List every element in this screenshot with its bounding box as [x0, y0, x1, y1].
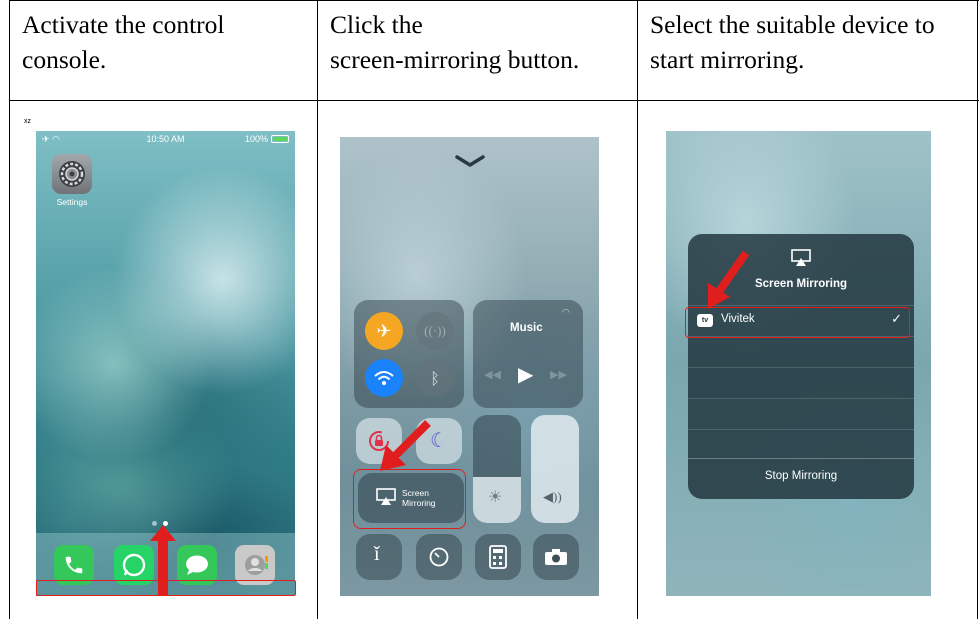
step-1-instruction: Activate the control console.: [22, 10, 225, 74]
wifi-icon: [374, 371, 394, 385]
stop-mirroring-label: Stop Mirroring: [764, 470, 838, 482]
contacts-icon: [245, 555, 268, 575]
wifi-toggle[interactable]: [365, 359, 403, 397]
home-screen-screenshot: ✈ ◠ 10:50 AM 100% Settings: [36, 131, 295, 596]
cellular-toggle[interactable]: ((·)): [416, 312, 454, 350]
corner-mark: xz: [24, 118, 31, 125]
calculator-button[interactable]: [475, 534, 521, 580]
phone-icon: [65, 556, 83, 574]
contacts-app-icon[interactable]: [235, 545, 275, 585]
whatsapp-icon: [122, 553, 146, 577]
settings-app-icon[interactable]: [52, 154, 92, 194]
speaker-icon: ◀)): [543, 489, 562, 504]
camera-icon: [545, 549, 567, 565]
settings-app-label: Settings: [56, 197, 88, 207]
sun-icon: ☀: [488, 489, 503, 506]
step-2-instruction: Click the screen-mirroring button.: [330, 10, 580, 74]
flashlight-icon: ǐ: [374, 543, 380, 565]
flashlight-button[interactable]: ǐ: [356, 534, 402, 580]
camera-button[interactable]: [533, 534, 579, 580]
whatsapp-app-icon[interactable]: [114, 545, 154, 585]
message-bubble-icon: [186, 555, 208, 575]
battery-icon: [271, 135, 289, 143]
table-divider-2: [637, 0, 638, 619]
antenna-icon: ((·)): [424, 323, 446, 338]
calculator-icon: [489, 545, 507, 569]
airplane-mode-toggle[interactable]: ✈: [365, 312, 403, 350]
table-border-right: [977, 0, 978, 619]
chevron-down-icon[interactable]: [455, 155, 485, 167]
stop-mirroring-button[interactable]: Stop Mirroring: [688, 459, 914, 499]
pointer-arrow-icon: [708, 250, 750, 309]
phone-app-icon[interactable]: [54, 545, 94, 585]
music-label: Music: [510, 322, 543, 334]
pointer-arrow-icon: [380, 420, 431, 471]
step-3-instruction: Select the suitable device to start mirr…: [650, 10, 935, 74]
gear-icon: [59, 161, 85, 187]
home-bar-highlight: [36, 580, 296, 596]
fast-forward-icon[interactable]: ▶▶: [550, 368, 567, 381]
screen-mirroring-screenshot: Screen Mirroring tv Vivitek ✓ Stop Mirro…: [666, 131, 931, 596]
device-highlight: [685, 307, 910, 338]
table-border-left: [9, 0, 10, 619]
table-divider-1: [317, 0, 318, 619]
status-bar: ✈ ◠ 10:50 AM 100%: [36, 131, 295, 149]
play-icon[interactable]: ▶: [518, 362, 533, 387]
volume-slider[interactable]: [531, 415, 579, 523]
moon-icon: ☾: [430, 430, 448, 452]
table-border-top: [9, 0, 979, 1]
airplay-audio-icon[interactable]: ◠: [562, 307, 570, 318]
bluetooth-icon: ᛒ: [430, 368, 440, 388]
timer-icon: [429, 547, 449, 567]
bluetooth-toggle[interactable]: ᛒ: [416, 359, 454, 397]
airplane-icon: ✈: [376, 320, 392, 341]
battery-status: 100%: [245, 134, 289, 144]
timer-button[interactable]: [416, 534, 462, 580]
battery-percent: 100%: [244, 134, 268, 144]
table-header-divider: [9, 100, 979, 101]
rewind-icon[interactable]: ◀◀: [484, 368, 501, 381]
messages-app-icon[interactable]: [177, 545, 217, 585]
screen-mirroring-icon: [791, 249, 811, 266]
screen-mirroring-highlight: [353, 469, 466, 529]
